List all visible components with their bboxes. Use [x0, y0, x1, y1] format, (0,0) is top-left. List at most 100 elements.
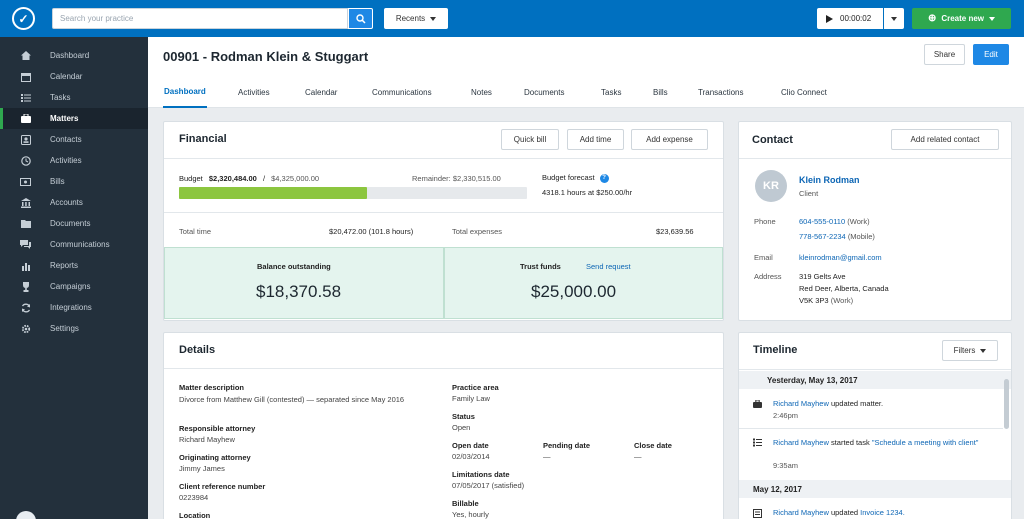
user-link[interactable]: Richard Mayhew: [773, 508, 829, 517]
add-time-button[interactable]: Add time: [567, 129, 624, 150]
email-link[interactable]: kleinrodman@gmail.com: [799, 253, 882, 262]
timeline-action: started task: [830, 438, 870, 447]
address-line-1: 319 Gelts Ave: [799, 272, 846, 281]
sidebar-item-communications[interactable]: Communications: [0, 234, 148, 255]
search-button[interactable]: [348, 8, 373, 29]
share-button[interactable]: Share: [924, 44, 965, 65]
create-new-button[interactable]: ⊕ Create new: [912, 8, 1011, 29]
sidebar-item-label: Accounts: [50, 198, 83, 207]
bills-icon: [753, 509, 762, 519]
tab-documents[interactable]: Documents: [524, 77, 564, 108]
clio-logo-icon[interactable]: ✓: [12, 7, 35, 30]
sidebar-item-contacts[interactable]: Contacts: [0, 129, 148, 150]
clock-icon: [20, 155, 31, 166]
sidebar-item-label: Bills: [50, 177, 65, 186]
send-request-link[interactable]: Send request: [586, 262, 631, 271]
home-icon: [20, 50, 31, 61]
sidebar-item-dashboard[interactable]: Dashboard: [0, 45, 148, 66]
trust-funds-panel: Trust funds Send request $25,000.00: [444, 247, 723, 319]
sidebar-item-activities[interactable]: Activities: [0, 150, 148, 171]
timeline-card: Timeline Filters Yesterday, May 13, 2017…: [738, 332, 1012, 519]
quick-bill-button[interactable]: Quick bill: [501, 129, 559, 150]
sidebar-item-matters[interactable]: Matters: [0, 108, 148, 129]
play-icon: [826, 14, 833, 23]
sidebar-item-bills[interactable]: Bills: [0, 171, 148, 192]
tab-bills[interactable]: Bills: [653, 77, 668, 108]
responsible-attorney-label: Responsible attorney: [179, 424, 256, 433]
contact-name-link[interactable]: Klein Rodman: [799, 175, 860, 185]
sidebar-item-settings[interactable]: Settings: [0, 318, 148, 339]
add-expense-button[interactable]: Add expense: [631, 129, 708, 150]
location-label: Location: [179, 511, 211, 519]
email-label: Email: [754, 253, 773, 262]
recents-dropdown[interactable]: Recents: [384, 8, 448, 29]
tab-calendar[interactable]: Calendar: [305, 77, 337, 108]
bank-icon: [20, 197, 31, 208]
billable-value: Yes, hourly: [452, 510, 489, 519]
client-reference-label: Client reference number: [179, 482, 266, 491]
invoice-link[interactable]: Invoice 1234.: [860, 508, 905, 517]
sidebar-item-label: Contacts: [50, 135, 82, 144]
user-link[interactable]: Richard Mayhew: [773, 399, 829, 408]
recents-label: Recents: [395, 14, 426, 23]
sidebar-item-accounts[interactable]: Accounts: [0, 192, 148, 213]
budget-line: Budget $2,320,484.00 / $4,325,000.00: [179, 174, 320, 183]
tab-activities[interactable]: Activities: [238, 77, 270, 108]
timer-button[interactable]: 00:00:02: [817, 8, 883, 29]
divider: [164, 158, 723, 159]
budget-label: Budget: [179, 174, 203, 183]
chart-icon: [20, 260, 31, 271]
edit-button[interactable]: Edit: [973, 44, 1009, 65]
forecast-label: Budget forecast: [542, 173, 595, 182]
phone-work-link[interactable]: 604-555-0110: [799, 217, 845, 226]
address-label: Address: [754, 272, 782, 281]
balance-outstanding-panel: Balance outstanding $18,370.58: [164, 247, 444, 319]
tab-clio-connect[interactable]: Clio Connect: [781, 77, 827, 108]
user-link[interactable]: Richard Mayhew: [773, 438, 829, 447]
phone-mobile-type: (Mobile): [847, 232, 875, 241]
help-icon[interactable]: ?: [599, 173, 609, 183]
pending-date: —: [543, 452, 551, 461]
tab-communications[interactable]: Communications: [372, 77, 432, 108]
timer-dropdown[interactable]: [884, 8, 904, 29]
task-link[interactable]: "Schedule a meeting with client": [872, 438, 979, 447]
sidebar-item-campaigns[interactable]: Campaigns: [0, 276, 148, 297]
balance-value: $18,370.58: [256, 282, 342, 301]
sidebar-item-tasks[interactable]: Tasks: [0, 87, 148, 108]
tab-transactions[interactable]: Transactions: [698, 77, 744, 108]
chat-icon: [20, 239, 31, 250]
filters-dropdown[interactable]: Filters: [942, 340, 998, 361]
tasks-icon: [20, 92, 31, 103]
responsible-attorney: Richard Mayhew: [179, 435, 235, 444]
close-date: —: [634, 452, 642, 461]
tab-notes[interactable]: Notes: [471, 77, 492, 108]
tab-dashboard[interactable]: Dashboard: [163, 77, 207, 108]
budget-forecast: Budget forecast?: [542, 173, 609, 183]
phone-mobile-link[interactable]: 778-567-2234: [799, 232, 846, 241]
chevron-down-icon: [891, 16, 897, 21]
add-related-contact-button[interactable]: Add related contact: [891, 129, 999, 150]
search-icon: [355, 13, 366, 24]
timeline-time: 9:35am: [773, 461, 799, 470]
status-label: Status: [452, 412, 475, 421]
timeline-date-header: May 12, 2017: [739, 480, 1011, 498]
sidebar-item-documents[interactable]: Documents: [0, 213, 148, 234]
postal-code: V5K 3P3: [799, 296, 829, 305]
client-reference: 0223984: [179, 493, 209, 502]
timeline-entry-1: Richard Mayhew updated matter.: [773, 399, 883, 408]
budget-remainder: Remainder: $2,330,515.00: [412, 174, 501, 183]
phone-work-type: (Work): [847, 217, 870, 226]
matter-description-label: Matter description: [179, 383, 245, 392]
help-button[interactable]: [16, 511, 36, 519]
sidebar-item-label: Tasks: [50, 93, 71, 102]
sidebar-item-calendar[interactable]: Calendar: [0, 66, 148, 87]
timeline-scrollbar[interactable]: [1004, 379, 1009, 429]
search-input[interactable]: [52, 8, 348, 29]
sidebar-item-reports[interactable]: Reports: [0, 255, 148, 276]
divider: [164, 212, 723, 213]
sidebar-item-integrations[interactable]: Integrations: [0, 297, 148, 318]
status-value: Open: [452, 423, 471, 432]
tab-tasks[interactable]: Tasks: [601, 77, 621, 108]
trust-value: $25,000.00: [531, 282, 617, 301]
pending-date-label: Pending date: [543, 441, 591, 450]
